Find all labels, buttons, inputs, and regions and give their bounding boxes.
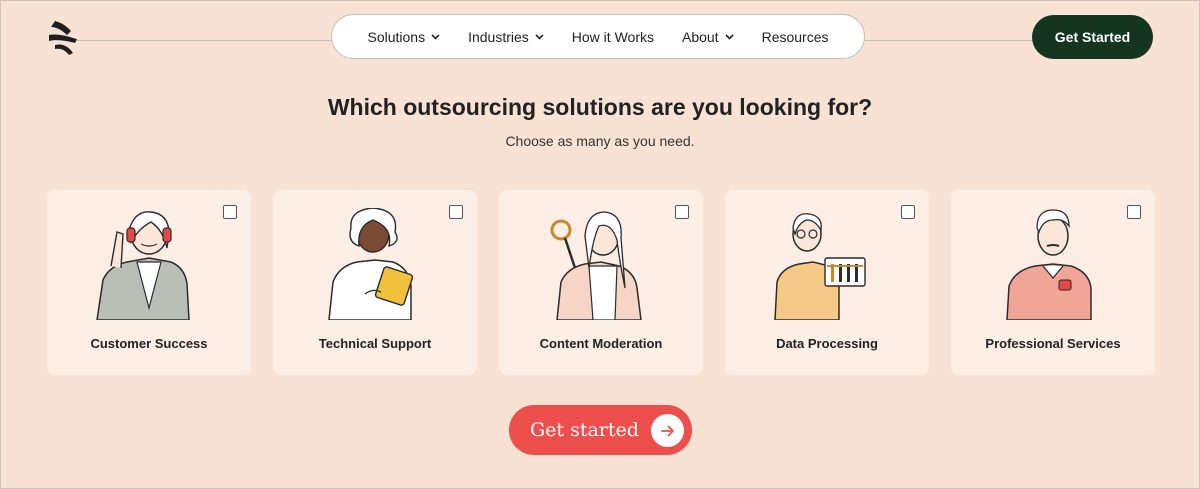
arrow-right-icon [651,414,684,447]
nav-item-solutions[interactable]: Solutions [353,29,454,45]
option-label: Data Processing [776,336,878,351]
chevron-down-icon [725,33,734,40]
chevron-down-icon [431,33,440,40]
page-subtitle: Choose as many as you need. [505,133,695,149]
option-checkbox[interactable] [223,205,237,219]
nav-item-how-it-works[interactable]: How it Works [558,29,668,45]
nav-item-label: About [681,28,719,45]
main-navigation: Solutions Industries How it Works About … [331,14,865,59]
option-label: Professional Services [985,336,1121,351]
option-card-technical-support[interactable]: Technical Support [273,190,477,375]
get-started-submit-label: Get started [530,419,639,441]
page-title: Which outsourcing solutions are you look… [327,94,873,120]
magnifier-moderator-illustration [550,211,642,320]
option-checkbox[interactable] [449,205,463,219]
option-checkbox[interactable] [901,205,915,219]
nav-item-resources[interactable]: Resources [748,29,843,45]
nav-item-label: Industries [468,28,529,45]
option-card-professional-services[interactable]: Professional Services [951,190,1155,375]
nav-item-about[interactable]: About [668,29,748,45]
solution-options-grid: Customer Success Technical Support Conte… [47,190,1155,375]
chevron-down-icon [535,33,544,40]
option-label: Content Moderation [539,336,663,351]
data-chart-illustration [774,213,866,320]
option-card-customer-success[interactable]: Customer Success [47,190,251,375]
option-checkbox[interactable] [1127,205,1141,219]
nav-item-label: How it Works [571,28,654,45]
option-card-content-moderation[interactable]: Content Moderation [499,190,703,375]
brand-logo-icon[interactable] [45,17,81,57]
nav-item-industries[interactable]: Industries [454,29,558,45]
option-checkbox[interactable] [675,205,689,219]
nav-item-label: Solutions [367,28,426,45]
nav-item-label: Resources [761,28,829,45]
option-label: Technical Support [318,336,432,351]
option-label: Customer Success [90,336,208,351]
headset-agent-illustration [96,211,190,320]
professional-person-illustration [1006,209,1092,320]
get-started-nav-button[interactable]: Get Started [1032,15,1153,59]
option-card-data-processing[interactable]: Data Processing [725,190,929,375]
get-started-submit-button[interactable]: Get started [509,405,692,455]
tablet-support-illustration [328,208,414,320]
